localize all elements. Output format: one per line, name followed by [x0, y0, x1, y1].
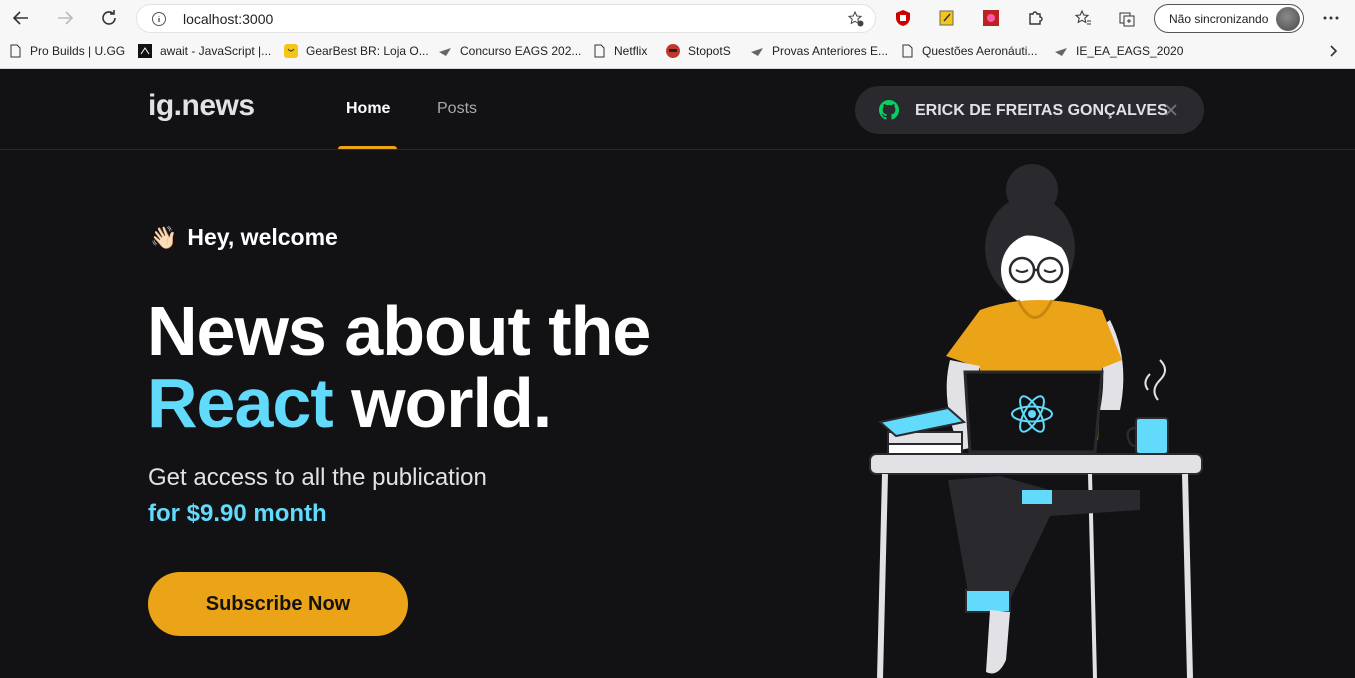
gearbest-icon: [284, 44, 298, 58]
forward-button[interactable]: [54, 7, 76, 29]
welcome-text: Hey, welcome: [187, 224, 338, 250]
arrow-right-icon: [58, 11, 74, 25]
profile-sync-button[interactable]: Não sincronizando: [1154, 4, 1304, 33]
eags-icon: [1055, 48, 1067, 56]
bookmark-item[interactable]: Questões Aeronáuti...: [900, 44, 1037, 58]
logo[interactable]: ig.news: [148, 89, 255, 123]
page-icon: [594, 44, 605, 58]
stopots-icon: [666, 44, 680, 58]
eags-icon: [439, 48, 451, 56]
puzzle-extensions-icon[interactable]: [1026, 9, 1044, 27]
more-menu-icon[interactable]: [1322, 9, 1340, 27]
chevron-right-icon: [1330, 45, 1338, 57]
page-icon: [902, 44, 913, 58]
nav-home[interactable]: Home: [346, 100, 390, 118]
github-icon: [879, 100, 899, 120]
address-bar[interactable]: localhost:3000: [136, 4, 876, 33]
user-signin-button[interactable]: ERICK DE FREITAS GONÇALVES: [855, 86, 1204, 134]
page: ig.news Home Posts ERICK DE FREITAS GONÇ…: [0, 70, 1355, 678]
bookmark-item[interactable]: StopotS: [666, 44, 731, 58]
close-icon[interactable]: [1163, 102, 1179, 118]
bookmarks-bar: Pro Builds | U.GG await - JavaScript |..…: [0, 37, 1355, 69]
user-name: ERICK DE FREITAS GONÇALVES: [915, 102, 1168, 119]
bookmark-item[interactable]: await - JavaScript |...: [138, 44, 271, 58]
headline-accent: React: [147, 364, 334, 442]
bookmark-item[interactable]: Pro Builds | U.GG: [8, 44, 125, 58]
bookmark-item[interactable]: GearBest BR: Loja O...: [284, 44, 429, 58]
bookmark-item[interactable]: Provas Anteriores E...: [750, 44, 888, 58]
nav-posts[interactable]: Posts: [437, 100, 477, 118]
books: [877, 406, 967, 455]
ublock-icon[interactable]: [894, 9, 912, 27]
coffee-mug: [1126, 359, 1169, 455]
avatar-illustration: [869, 164, 1203, 678]
bookmark-item[interactable]: IE_EA_EAGS_2020: [1054, 44, 1183, 58]
game-extension-icon[interactable]: [982, 9, 1000, 27]
back-button[interactable]: [10, 7, 32, 29]
wave-hand-icon: 👋🏻: [150, 224, 178, 250]
browser-toolbar: localhost:3000 Não sincronizando: [0, 0, 1355, 37]
sync-label: Não sincronizando: [1169, 11, 1269, 26]
avatar: [1276, 7, 1300, 31]
arrow-left-icon: [12, 11, 28, 25]
page-icon: [10, 44, 21, 58]
url-text[interactable]: localhost:3000: [183, 11, 273, 27]
bookmarks-overflow-button[interactable]: [1328, 44, 1340, 58]
notes-extension-icon[interactable]: [938, 9, 956, 27]
bookmark-item[interactable]: Concurso EAGS 202...: [438, 44, 581, 58]
reload-button[interactable]: [98, 7, 120, 29]
collections-icon[interactable]: [1118, 9, 1136, 27]
headline-rest: world.: [332, 364, 552, 442]
mdn-icon: [138, 44, 152, 58]
reload-icon: [102, 10, 116, 25]
active-nav-indicator: [338, 146, 397, 149]
hero-headline: News about the React world.: [147, 292, 651, 442]
welcome-greeting: 👋🏻 Hey, welcome: [150, 224, 338, 251]
site-header: ig.news Home Posts ERICK DE FREITAS GONÇ…: [0, 70, 1355, 150]
headline-line1: News about the: [147, 292, 651, 370]
favorites-icon[interactable]: [1074, 9, 1092, 27]
bookmark-item[interactable]: Netflix: [592, 44, 647, 58]
eags-icon: [751, 48, 763, 56]
price-text: for $9.90 month: [148, 500, 327, 527]
add-favorite-icon[interactable]: [847, 10, 865, 28]
info-icon[interactable]: [151, 11, 167, 27]
subscribe-button[interactable]: Subscribe Now: [148, 572, 408, 636]
hero-subtitle: Get access to all the publication: [148, 464, 487, 491]
desk: [869, 453, 1203, 475]
